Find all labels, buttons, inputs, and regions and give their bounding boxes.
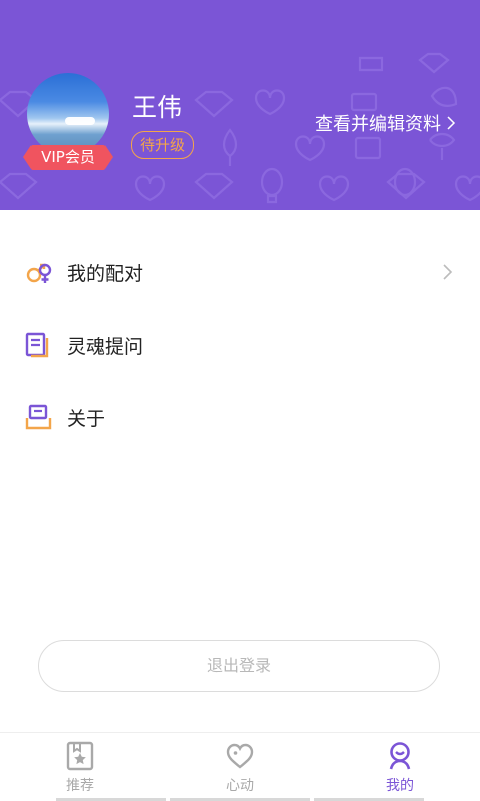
tab-recommend[interactable]: 推荐 xyxy=(0,733,160,801)
level-upgrade-chip[interactable]: 待升级 xyxy=(131,131,195,159)
chevron-right-icon xyxy=(443,264,453,280)
edit-profile-link[interactable]: 查看并编辑资料 xyxy=(315,110,456,136)
menu-item-label: 灵魂提问 xyxy=(67,335,144,358)
vip-badge: VIP会员 xyxy=(23,145,113,170)
user-icon xyxy=(389,742,411,770)
menu-item-soul-questions[interactable]: 灵魂提问 xyxy=(0,315,480,375)
profile-header: VIP会员 王伟 待升级 查看并编辑资料 xyxy=(0,0,480,210)
tab-label: 推荐 xyxy=(66,778,94,794)
about-icon xyxy=(25,404,52,430)
menu-item-label: 关于 xyxy=(67,407,106,430)
tab-label: 心动 xyxy=(226,778,254,794)
username: 王伟 xyxy=(132,93,183,122)
tab-label: 我的 xyxy=(386,778,414,794)
edit-profile-label: 查看并编辑资料 xyxy=(315,114,441,135)
logout-button[interactable]: 退出登录 xyxy=(38,640,440,692)
menu-item-my-match[interactable]: 我的配对 xyxy=(0,242,480,302)
avatar-image xyxy=(27,73,109,155)
tab-mine[interactable]: 我的 xyxy=(320,733,480,801)
bookmark-star-icon xyxy=(66,741,94,771)
menu-item-label: 我的配对 xyxy=(67,262,144,285)
menu-item-about[interactable]: 关于 xyxy=(0,387,480,447)
question-doc-icon xyxy=(25,332,49,358)
tab-heartbeat[interactable]: 心动 xyxy=(160,733,320,801)
bottom-tab-bar: 推荐 心动 我的 xyxy=(0,732,480,801)
gender-pair-icon xyxy=(26,263,52,283)
chevron-right-icon xyxy=(447,116,456,130)
avatar[interactable] xyxy=(27,73,109,155)
heart-icon xyxy=(226,743,254,769)
